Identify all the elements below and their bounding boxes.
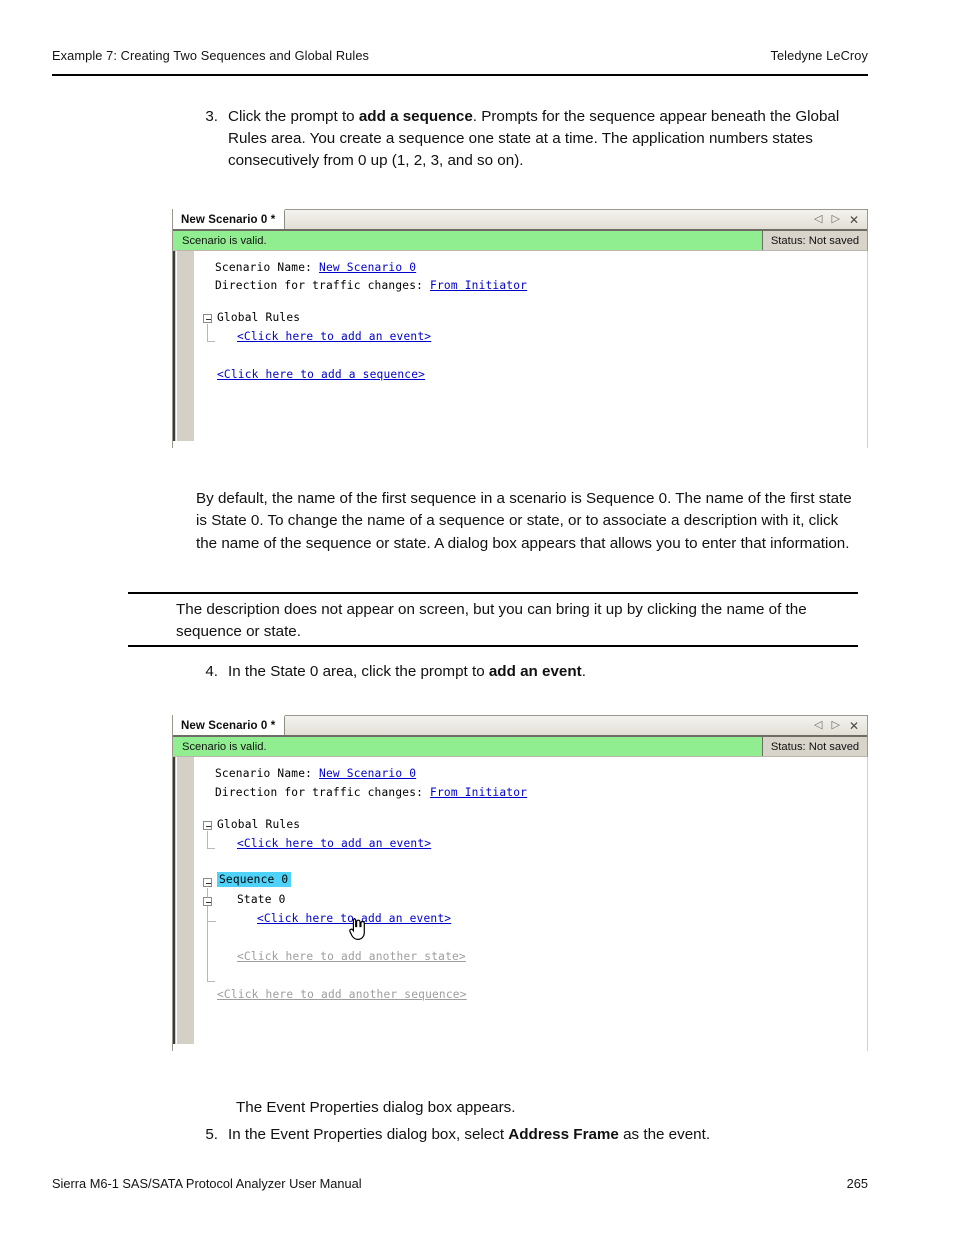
triangle-right-icon[interactable]: ▷: [831, 720, 839, 731]
direction-row-2: Direction for traffic changes: From Init…: [215, 786, 527, 799]
page-footer: Sierra M6-1 SAS/SATA Protocol Analyzer U…: [52, 1176, 868, 1191]
paragraph-event-properties-appears: The Event Properties dialog box appears.: [236, 1099, 516, 1116]
scenario-name-label-2: Scenario Name:: [215, 767, 313, 780]
add-sequence-row-1: <Click here to add a sequence>: [217, 368, 425, 381]
page-header: Example 7: Creating Two Sequences and Gl…: [52, 48, 868, 63]
tabbar-filler-2: [285, 716, 814, 735]
step-4-bold: add an event: [488, 663, 582, 680]
global-rules-collapse-icon-1[interactable]: [203, 314, 212, 323]
global-rules-label-1[interactable]: Global Rules: [217, 311, 300, 324]
add-another-sequence-row: <Click here to add another sequence>: [217, 988, 467, 1001]
status-validity-message-2: Scenario is valid.: [173, 737, 763, 756]
status-validity-message-1: Scenario is valid.: [173, 231, 763, 250]
global-rules-add-event-row-1: <Click here to add an event>: [237, 330, 431, 343]
header-divider: [52, 74, 868, 76]
state-0-collapse-icon[interactable]: [203, 897, 212, 906]
sequence-0-row: Sequence 0: [217, 872, 292, 887]
global-add-event-link-2[interactable]: <Click here to add an event>: [237, 837, 431, 850]
tree-line-horizontal-2a: [207, 848, 215, 849]
step-4-text-part1: In the State 0 area, click the prompt to: [228, 663, 489, 680]
global-add-event-link-1[interactable]: <Click here to add an event>: [237, 330, 431, 343]
scenario-name-label-1: Scenario Name:: [215, 261, 313, 274]
step-4-number: 4.: [205, 663, 218, 680]
window-controls-2: ◁ ▷ ✕: [814, 716, 867, 735]
add-sequence-link-1[interactable]: <Click here to add a sequence>: [217, 368, 425, 381]
close-icon[interactable]: ✕: [849, 214, 859, 226]
scenario-tree-canvas-2: Scenario Name: New Scenario 0 Direction …: [195, 757, 867, 1051]
add-another-state-row: <Click here to add another state>: [237, 950, 466, 963]
scenario-editor-body-1: Scenario Name: New Scenario 0 Direction …: [172, 251, 868, 448]
triangle-left-icon[interactable]: ◁: [814, 214, 822, 225]
step-5-text-part2: as the event.: [618, 1126, 711, 1143]
triangle-left-icon[interactable]: ◁: [814, 720, 822, 731]
footer-page-number: 265: [846, 1176, 868, 1191]
sequence-0-label[interactable]: Sequence 0: [217, 872, 292, 887]
status-saved-state-1: Status: Not saved: [763, 231, 867, 250]
tree-line-vertical-2a: [207, 831, 208, 848]
direction-row-1: Direction for traffic changes: From Init…: [215, 279, 527, 292]
scenario-name-value-link-2[interactable]: New Scenario 0: [319, 767, 416, 780]
tree-line-horizontal-2c: [207, 921, 216, 922]
window-tabbar-2: New Scenario 0 * ◁ ▷ ✕: [172, 715, 868, 735]
app-window-screenshot-1: New Scenario 0 * ◁ ▷ ✕ Scenario is valid…: [172, 209, 868, 450]
status-saved-state-2: Status: Not saved: [763, 737, 867, 756]
scenario-name-value-link-1[interactable]: New Scenario 0: [319, 261, 416, 274]
step-4: 4. In the State 0 area, click the prompt…: [198, 661, 870, 683]
global-rules-label-2[interactable]: Global Rules: [217, 818, 300, 831]
step-3-bold: add a sequence: [358, 108, 473, 125]
tab-new-scenario-0[interactable]: New Scenario 0 *: [173, 209, 286, 229]
tree-line-horizontal-2b: [207, 981, 215, 982]
note-top-divider: [128, 592, 858, 594]
step-3-text: Click the prompt to add a sequence. Prom…: [228, 106, 870, 173]
step-3: 3. Click the prompt to add a sequence. P…: [198, 106, 870, 173]
step-4-text: In the State 0 area, click the prompt to…: [228, 661, 870, 683]
pointing-hand-cursor: [349, 918, 365, 941]
scenario-tree-canvas-1: Scenario Name: New Scenario 0 Direction …: [195, 251, 867, 448]
step-3-text-part1: Click the prompt to: [228, 108, 359, 125]
window-tabbar-1: New Scenario 0 * ◁ ▷ ✕: [172, 209, 868, 229]
tabbar-filler-1: [285, 210, 814, 229]
global-rules-collapse-icon-2[interactable]: [203, 821, 212, 830]
direction-value-link-1[interactable]: From Initiator: [430, 279, 527, 292]
editor-gutter-1: [173, 251, 195, 441]
status-bar-2: Scenario is valid. Status: Not saved: [172, 737, 868, 757]
direction-value-link-2[interactable]: From Initiator: [430, 786, 527, 799]
scenario-name-row-2: Scenario Name: New Scenario 0: [215, 767, 416, 780]
step-5-text-part1: In the Event Properties dialog box, sele…: [228, 1126, 509, 1143]
step-3-number: 3.: [205, 108, 218, 125]
step-5: 5. In the Event Properties dialog box, s…: [198, 1124, 870, 1146]
note-text: The description does not appear on scree…: [176, 601, 807, 641]
window-controls-1: ◁ ▷ ✕: [814, 210, 867, 229]
status-bar-1: Scenario is valid. Status: Not saved: [172, 231, 868, 251]
direction-label-2: Direction for traffic changes:: [215, 786, 424, 799]
close-icon[interactable]: ✕: [849, 720, 859, 732]
scenario-name-row-1: Scenario Name: New Scenario 0: [215, 261, 416, 274]
tree-line-vertical-1: [207, 324, 208, 341]
step-4-text-part2: .: [581, 663, 586, 680]
tab-new-scenario-0-2[interactable]: New Scenario 0 *: [173, 715, 286, 735]
global-rules-add-event-row-2: <Click here to add an event>: [237, 837, 431, 850]
footer-manual-title: Sierra M6-1 SAS/SATA Protocol Analyzer U…: [52, 1176, 362, 1191]
add-another-state-link[interactable]: <Click here to add another state>: [237, 950, 466, 963]
step-5-text: In the Event Properties dialog box, sele…: [228, 1124, 870, 1146]
add-another-sequence-link[interactable]: <Click here to add another sequence>: [217, 988, 467, 1001]
state-0-label[interactable]: State 0: [237, 893, 286, 906]
header-brand: Teledyne LeCroy: [770, 48, 868, 63]
step-5-bold: Address Frame: [508, 1126, 619, 1143]
app-window-screenshot-2: New Scenario 0 * ◁ ▷ ✕ Scenario is valid…: [172, 715, 868, 1053]
step-5-number: 5.: [205, 1126, 218, 1143]
tree-line-horizontal-1: [207, 341, 215, 342]
paragraph-default-naming: By default, the name of the first sequen…: [196, 490, 852, 552]
scenario-editor-body-2: Scenario Name: New Scenario 0 Direction …: [172, 757, 868, 1051]
sequence-0-collapse-icon[interactable]: [203, 878, 212, 887]
note-bottom-divider: [128, 645, 858, 647]
editor-gutter-2: [173, 757, 195, 1044]
triangle-right-icon[interactable]: ▷: [831, 214, 839, 225]
direction-label-1: Direction for traffic changes:: [215, 279, 424, 292]
header-chapter-title: Example 7: Creating Two Sequences and Gl…: [52, 48, 370, 63]
